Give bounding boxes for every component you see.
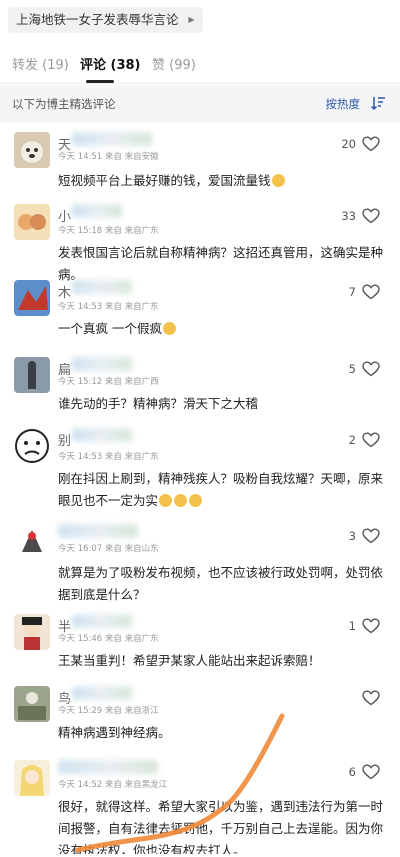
comment-text: 王某当重判！希望尹某家人能站出来起诉索赔！ — [58, 653, 321, 668]
comment-text: 一个真疯 一个假疯 — [58, 318, 388, 340]
comment-text: 谁先动的手？精神病？滑天下之大稽 — [58, 396, 259, 411]
comment-text: 精神病遇到神经病。 — [58, 725, 171, 740]
avatar[interactable] — [14, 614, 50, 650]
active-tab-indicator — [86, 80, 114, 83]
blurred-username — [72, 686, 132, 700]
filter-bar: 以下为博主精选评论 按热度 — [0, 85, 400, 123]
heart-icon[interactable] — [362, 764, 380, 780]
blurred-username — [72, 132, 152, 146]
blurred-username — [58, 524, 138, 538]
comment-text-body: 一个真疯 一个假疯 — [58, 321, 162, 336]
blurred-username — [58, 760, 158, 774]
comment-text-body: 刚在抖因上刷到，精神残疾人？吸粉自我炫耀？天唧，原来眼见也不一定为实 — [58, 471, 384, 508]
sort-button[interactable]: 按热度 — [326, 96, 361, 112]
emoji-icon — [162, 322, 176, 335]
heart-icon[interactable] — [362, 432, 380, 448]
like-count: 7 — [348, 285, 356, 299]
comment-meta: 今天 14:51 来自 来自安徽 — [58, 152, 159, 162]
comment-meta: 今天 14:53 来自 来自广东 — [58, 302, 159, 312]
blurred-username — [72, 357, 132, 371]
emoji-icon — [271, 174, 285, 187]
comment-meta: 今天 15:29 来自 来自浙江 — [58, 706, 159, 716]
heart-icon[interactable] — [362, 618, 380, 634]
username[interactable]: 别 — [58, 430, 71, 449]
comment-meta: 今天 16:07 来自 来自山东 — [58, 544, 159, 554]
tab-comments[interactable]: 评论 (38) — [80, 54, 141, 73]
comment-text: 刚在抖因上刷到，精神残疾人？吸粉自我炫耀？天唧，原来眼见也不一定为实 — [58, 468, 388, 512]
like-count: 1 — [348, 619, 356, 633]
blurred-username — [72, 280, 132, 294]
comment-text: 短视频平台上最好赚的钱，爱国流量钱 — [58, 170, 388, 192]
avatar[interactable] — [14, 428, 50, 464]
tab-likes[interactable]: 赞 (99) — [152, 54, 196, 73]
comment-text: 就算是为了吸粉发布视频，也不应该被行政处罚啊，处罚依据到底是什么？ — [58, 565, 384, 602]
comment-meta: 今天 14:52 来自 来自黑龙江 — [58, 780, 168, 790]
like-count: 33 — [341, 209, 356, 223]
blurred-username — [72, 428, 132, 442]
heart-icon[interactable] — [362, 361, 380, 377]
like-count: 20 — [341, 137, 356, 151]
topic-title: 上海地铁一女子发表辱华言论 — [16, 12, 179, 27]
avatar[interactable] — [14, 760, 50, 796]
avatar[interactable] — [14, 524, 50, 560]
comment-meta: 今天 15:12 来自 来自广西 — [58, 377, 159, 387]
like-count: 2 — [348, 433, 356, 447]
blurred-username — [72, 614, 132, 628]
avatar[interactable] — [14, 132, 50, 168]
chevron-right-icon: ▶ — [188, 15, 195, 24]
heart-icon[interactable] — [362, 136, 380, 152]
heart-icon[interactable] — [362, 528, 380, 544]
topic-bar: 上海地铁一女子发表辱华言论 ▶ — [0, 0, 400, 40]
like-count: 6 — [348, 765, 356, 779]
comment-meta: 今天 15:46 来自 来自广东 — [58, 634, 159, 644]
avatar[interactable] — [14, 280, 50, 316]
username[interactable]: 木 — [58, 282, 71, 301]
sort-icon[interactable] — [370, 95, 386, 111]
blurred-username — [72, 204, 122, 218]
avatar[interactable] — [14, 357, 50, 393]
comment-text: 很好，就得这样。希望大家引以为鉴，遇到违法行为第一时间报警，自有法律去惩罚他，千… — [58, 799, 384, 854]
heart-icon[interactable] — [362, 284, 380, 300]
tab-reposts[interactable]: 转发 (19) — [12, 54, 69, 73]
filter-text: 以下为博主精选评论 — [12, 97, 116, 111]
comment-meta: 今天 15:18 来自 来自广东 — [58, 226, 159, 236]
emoji-icon — [174, 494, 188, 507]
comment-meta: 今天 14:53 来自 来自广东 — [58, 452, 159, 462]
username[interactable]: 小 — [58, 206, 71, 225]
heart-icon[interactable] — [362, 690, 380, 706]
avatar[interactable] — [14, 204, 50, 240]
like-count: 3 — [348, 529, 356, 543]
like-count: 5 — [348, 362, 356, 376]
emoji-icon — [159, 494, 173, 507]
topic-link[interactable]: 上海地铁一女子发表辱华言论 ▶ — [8, 7, 203, 33]
tab-bar: 转发 (19) 评论 (38) 赞 (99) — [0, 40, 400, 84]
emoji-icon — [189, 494, 203, 507]
avatar[interactable] — [14, 686, 50, 722]
comment-text-body: 短视频平台上最好赚的钱，爱国流量钱 — [58, 173, 271, 188]
heart-icon[interactable] — [362, 208, 380, 224]
